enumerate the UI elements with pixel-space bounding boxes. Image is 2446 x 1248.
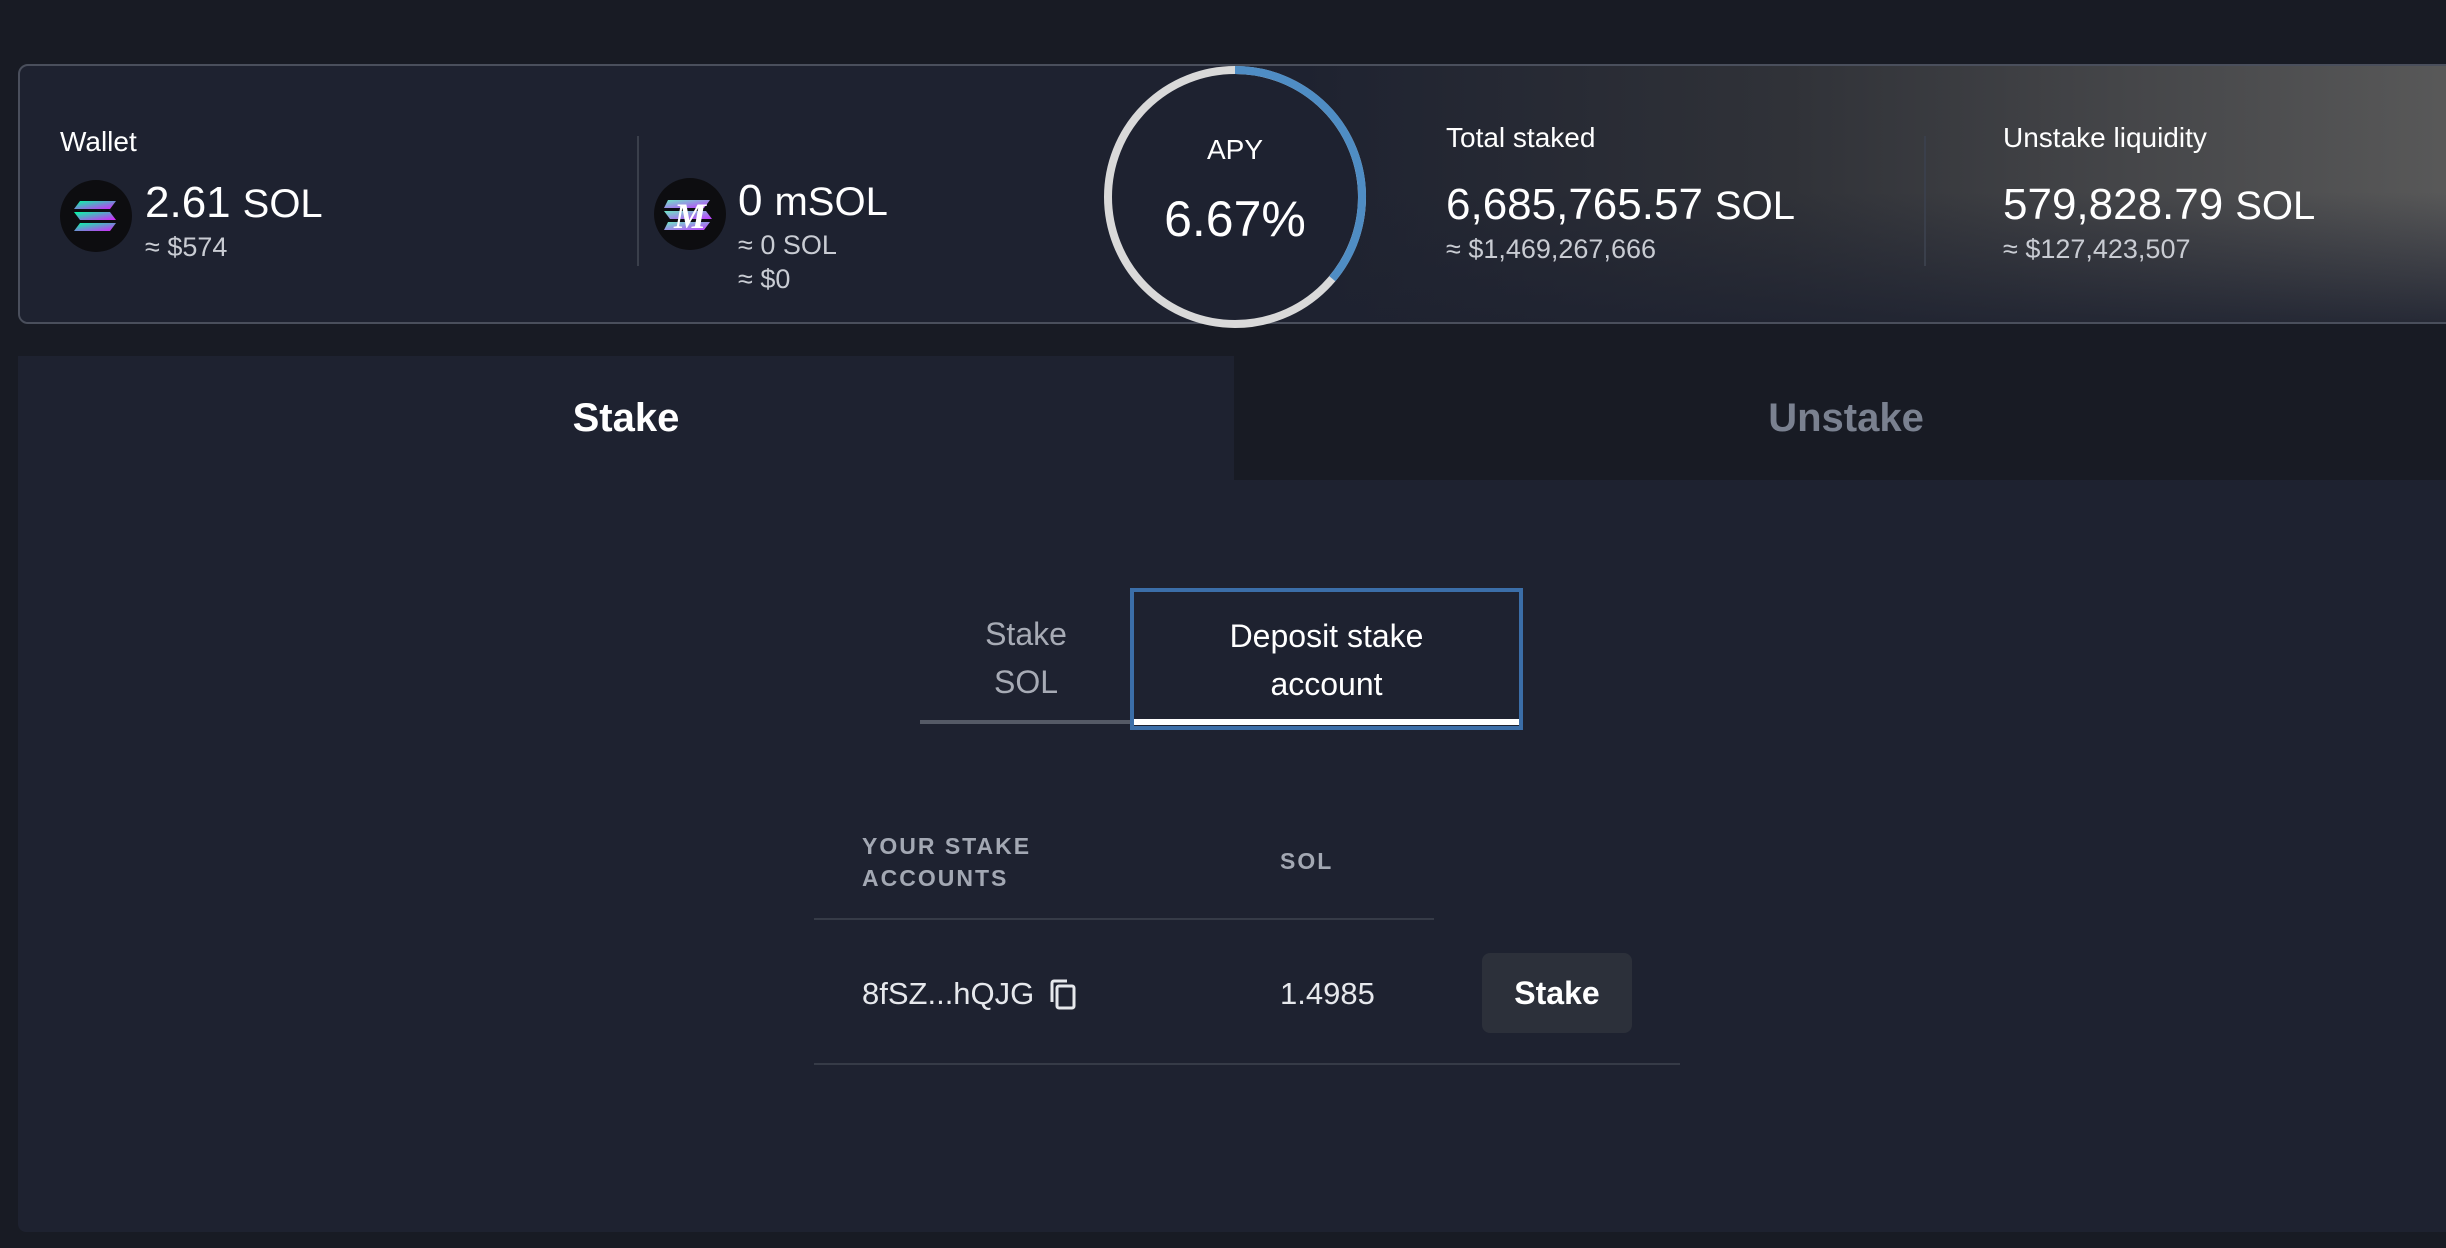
msol-sol-equivalent: ≈ 0 SOL: [738, 230, 837, 260]
stats-divider: [1924, 136, 1926, 266]
wallet-balance: 2.61 SOL: [145, 178, 323, 227]
apy-ring: APY 6.67%: [1100, 62, 1370, 332]
apy-value: 6.67%: [1164, 191, 1306, 247]
wallet-usd: ≈ $574: [145, 232, 228, 262]
subtab-underline: [920, 720, 1132, 724]
apy-label: APY: [1206, 134, 1264, 165]
unstake-liquidity-label: Unstake liquidity: [2003, 122, 2207, 153]
stake-account-address: 8fSZ...hQJG: [862, 976, 1035, 1011]
wallet-label: Wallet: [60, 126, 137, 157]
total-staked-label: Total staked: [1446, 122, 1596, 153]
table-header-divider: [814, 918, 1434, 920]
subtab-deposit-stake-account[interactable]: Deposit stake account: [1130, 588, 1523, 730]
stake-button[interactable]: Stake: [1482, 953, 1632, 1033]
tab-unstake[interactable]: Unstake: [1234, 356, 2446, 480]
table-row-divider: [814, 1063, 1680, 1065]
svg-text:M: M: [673, 196, 708, 236]
stake-account-sol-amount: 1.4985: [1280, 976, 1375, 1011]
subtab-stake-sol-label: Stake SOL: [985, 616, 1067, 700]
unstake-liquidity-value: 579,828.79 SOL: [2003, 180, 2316, 229]
total-staked-value: 6,685,765.57 SOL: [1446, 180, 1795, 229]
subtab-active-underline: [1134, 719, 1519, 725]
column-header-sol: SOL: [1280, 848, 1334, 874]
msol-usd: ≈ $0: [738, 264, 791, 294]
unstake-liquidity-usd: ≈ $127,423,507: [2003, 234, 2191, 264]
stats-divider: [637, 136, 639, 266]
column-header-stake-accounts: YOUR STAKE ACCOUNTS: [862, 833, 1032, 891]
subtab-deposit-label: Deposit stake account: [1229, 618, 1424, 702]
solana-icon: [60, 180, 132, 252]
stake-panel: [18, 356, 2446, 1232]
total-staked-usd: ≈ $1,469,267,666: [1446, 234, 1657, 264]
copy-icon[interactable]: [1048, 978, 1078, 1012]
marinade-msol-icon: M: [654, 178, 726, 250]
subtab-stake-sol[interactable]: Stake SOL: [920, 610, 1132, 706]
msol-balance: 0 mSOL: [738, 176, 888, 225]
tab-stake[interactable]: Stake: [18, 356, 1234, 480]
